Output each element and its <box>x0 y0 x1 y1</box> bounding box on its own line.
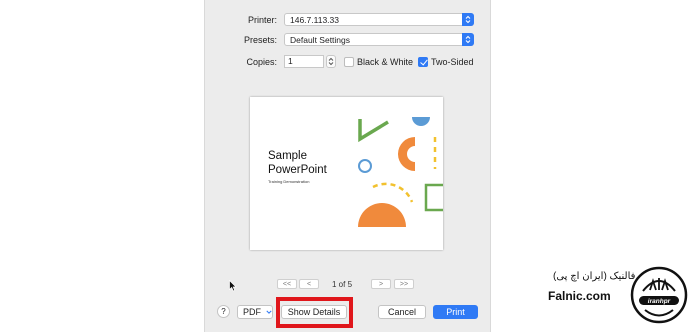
popup-arrows-icon <box>462 33 474 46</box>
copies-field[interactable]: 1 <box>284 55 324 68</box>
green-bracket-shape <box>424 183 443 212</box>
watermark-persian-name: فالنیک (ایران اچ پی) <box>553 271 636 282</box>
page-indicator: 1 of 5 <box>332 280 353 289</box>
next-page-button[interactable]: > <box>371 279 391 289</box>
two-sided-label: Two-Sided <box>431 56 474 67</box>
print-preview: Sample PowerPoint Training Demonstration <box>250 97 443 250</box>
orange-arc-shape <box>397 137 415 171</box>
cancel-button[interactable]: Cancel <box>378 305 426 319</box>
show-details-highlight <box>276 297 353 328</box>
black-white-label: Black & White <box>357 56 414 67</box>
stepper-arrows-icon <box>328 57 334 66</box>
green-triangle-shape <box>358 119 389 143</box>
chevron-down-icon <box>266 310 272 314</box>
print-button[interactable]: Print <box>433 305 478 319</box>
last-page-button[interactable]: >> <box>394 279 414 289</box>
svg-text:iranhpr: iranhpr <box>648 298 671 305</box>
printer-value: 146.7.113.33 <box>290 14 339 25</box>
popup-arrows-icon <box>462 13 474 26</box>
orange-half-circle-shape <box>358 203 406 227</box>
copies-stepper[interactable] <box>326 55 336 68</box>
blue-half-circle-shape <box>412 117 430 126</box>
watermark-site-name: Falnic.com <box>548 289 611 303</box>
watermark-logo-icon: iranhpr <box>630 266 688 324</box>
yellow-dashed-arc <box>372 182 414 203</box>
first-page-button[interactable]: << <box>277 279 297 289</box>
presets-value: Default Settings <box>290 34 351 45</box>
pdf-menu-button[interactable]: PDF <box>237 305 273 319</box>
black-white-checkbox[interactable] <box>344 56 354 67</box>
mouse-cursor-icon <box>229 280 237 292</box>
presets-popup[interactable]: Default Settings <box>284 33 474 46</box>
pdf-label: PDF <box>243 307 261 317</box>
slide-shapes-graphic <box>358 117 443 227</box>
two-sided-checkbox[interactable] <box>418 56 429 67</box>
prev-page-button[interactable]: < <box>299 279 319 289</box>
presets-label: Presets: <box>243 34 277 45</box>
printer-popup[interactable]: 146.7.113.33 <box>284 13 474 26</box>
blue-circle-shape <box>358 159 372 173</box>
presets-row: Presets: Default Settings <box>205 33 474 46</box>
copies-label: Copies: <box>246 56 277 67</box>
printer-row: Printer: 146.7.113.33 <box>205 13 474 26</box>
printer-label: Printer: <box>247 14 277 25</box>
copies-row: Copies: 1 Black & White Two-Sided <box>205 55 474 68</box>
help-button[interactable]: ? <box>217 305 230 318</box>
